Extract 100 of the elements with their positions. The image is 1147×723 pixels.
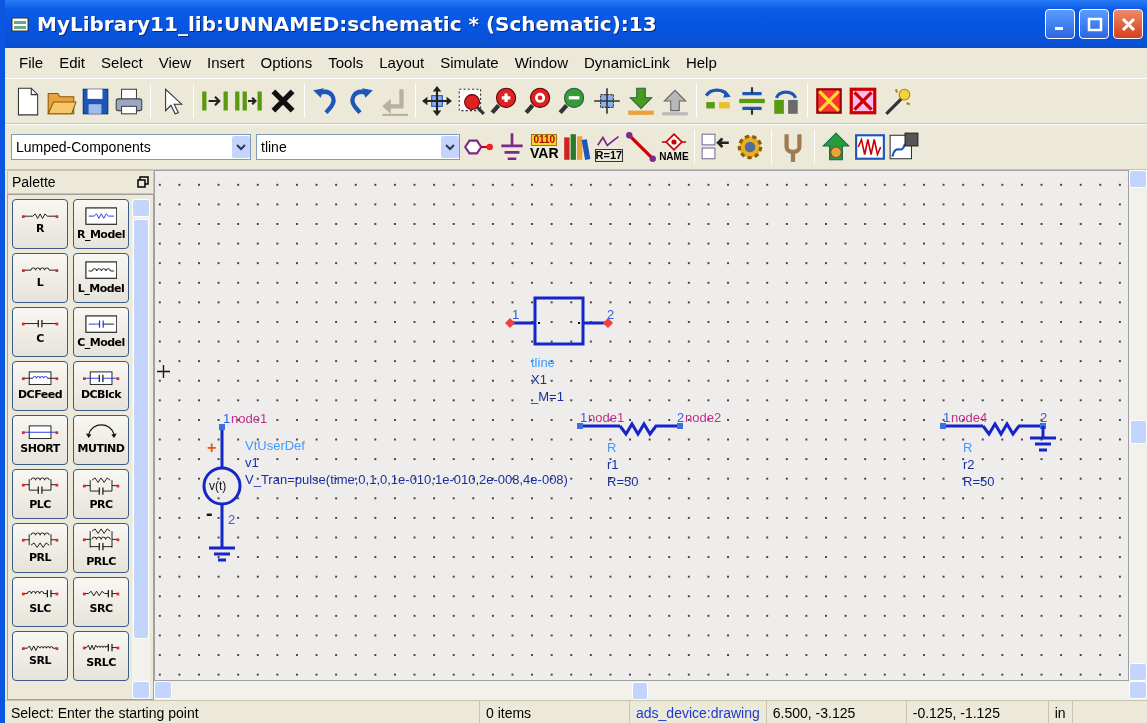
palette-button[interactable]: SRL: [12, 631, 68, 681]
capacitor-model-icon: [84, 314, 118, 334]
library-dropdown[interactable]: Lumped-Components: [11, 134, 251, 160]
parallel-rl-icon: [20, 531, 60, 549]
component-parameter-label: _M=1: [531, 388, 564, 405]
pin-number: 2: [607, 306, 615, 323]
move-arrows-icon[interactable]: [421, 85, 453, 117]
menu-item[interactable]: Window: [506, 49, 576, 77]
dc-feed-icon: [20, 370, 60, 386]
parallel-rc-icon: [81, 476, 121, 496]
menu-item[interactable]: Insert: [199, 49, 253, 77]
close-button[interactable]: [1113, 9, 1143, 39]
maximize-button[interactable]: [1079, 9, 1109, 39]
close-icon[interactable]: [1119, 15, 1137, 33]
component-type-label: R: [963, 439, 973, 456]
schematic-canvas[interactable]: 1 2 tline X1 _M=1 v(t) + - 1node1 2 VtUserDef v1 V_Tran=pulse(time,0,1,0,1e-010,1e-010,2e-008,4e-008) 1node1 2node2 R r1 R=50 1node4 2 R r2 R=50: [154, 170, 1129, 681]
var-code-label: 0110: [531, 134, 558, 146]
pin-number: 1: [223, 410, 231, 427]
palette-button[interactable]: SHORT: [12, 415, 68, 465]
dc-block-icon: [81, 370, 121, 386]
cross-box-icon[interactable]: [847, 85, 879, 117]
capacitor-icon: [20, 319, 60, 329]
polarity-label: -: [206, 505, 213, 522]
net-name: node1: [588, 409, 625, 426]
mutual-inductor-icon: [84, 424, 118, 440]
menu-item[interactable]: Simulate: [432, 49, 507, 77]
component-type-label: VtUserDef: [245, 437, 305, 454]
menu-item[interactable]: File: [11, 49, 52, 77]
source-symbol-label: v(t): [209, 478, 227, 495]
component-type-label: R: [607, 439, 617, 456]
palette-button[interactable]: PRC: [73, 469, 129, 519]
palette-button[interactable]: L: [12, 253, 68, 303]
menu-item[interactable]: View: [150, 49, 199, 77]
palette-button[interactable]: C_Model: [73, 307, 129, 357]
crosshair-box-icon[interactable]: [591, 85, 623, 117]
palette-button[interactable]: DCFeed: [12, 361, 68, 411]
parallel-lc-icon: [20, 477, 60, 495]
palette-button[interactable]: R_Model: [73, 199, 129, 249]
canvas-vertical-scrollbar[interactable]: [1129, 170, 1147, 681]
crosshair-cursor-icon: [157, 365, 170, 378]
ground-symbol: [1028, 424, 1058, 452]
palette-button[interactable]: SRLC: [73, 631, 129, 681]
split-icon[interactable]: [736, 85, 768, 117]
menu-item[interactable]: Select: [93, 49, 151, 77]
pin-number: 2: [1040, 409, 1048, 426]
menu-item[interactable]: Edit: [51, 49, 94, 77]
palette-button[interactable]: SLC: [12, 577, 68, 627]
wire-icon[interactable]: [625, 131, 658, 163]
net-name: node2: [685, 409, 722, 426]
maximize-icon[interactable]: [1085, 15, 1103, 33]
units-label: in: [1048, 701, 1073, 723]
palette-button[interactable]: MUTIND: [73, 415, 129, 465]
menu-item[interactable]: Options: [252, 49, 321, 77]
canvas-horizontal-scrollbar[interactable]: [154, 681, 1147, 700]
palette-button[interactable]: DCBlck: [73, 361, 129, 411]
cursor-delta: -0.125, -1.125: [906, 701, 1049, 723]
series-lc-icon: [20, 589, 60, 599]
name-label: NAME: [659, 152, 689, 162]
minimize-button[interactable]: [1045, 9, 1075, 39]
component-parameter-label: r2: [963, 456, 975, 473]
palette-button[interactable]: L_Model: [73, 253, 129, 303]
component-parameter-label: r1: [607, 456, 619, 473]
component-parameter-label: X1: [531, 371, 547, 388]
palette-button[interactable]: C: [12, 307, 68, 357]
sweep-value-label: R=17: [594, 148, 624, 162]
inductor-icon: [20, 267, 60, 273]
pin-number: 1: [943, 409, 951, 426]
restore-icon[interactable]: [137, 176, 149, 188]
component-parameter-label: v1: [245, 454, 259, 471]
menu-item[interactable]: Tools: [320, 49, 372, 77]
item-count: 0 items: [480, 701, 630, 723]
status-prompt: Select: Enter the starting point: [5, 701, 480, 723]
palette-button[interactable]: SRC: [73, 577, 129, 627]
pin-number: 1: [580, 409, 588, 426]
component-dropdown[interactable]: tline: [256, 134, 460, 160]
component-parameter-label: R=50: [963, 473, 995, 490]
palette-button[interactable]: PRLC: [73, 523, 129, 573]
node-name-icon[interactable]: [660, 132, 687, 152]
resistor-icon: [20, 212, 60, 220]
cross-box-icon[interactable]: [813, 85, 845, 117]
menu-item[interactable]: Layout: [371, 49, 433, 77]
menu-item[interactable]: DynamicLink: [576, 49, 678, 77]
series-rc-icon: [81, 589, 121, 599]
palette-button[interactable]: PLC: [12, 469, 68, 519]
resistor-model-icon: [84, 206, 118, 226]
menu-item[interactable]: Help: [677, 49, 725, 77]
pin-number: 2: [228, 511, 236, 528]
layer-name: ads_device:drawing: [630, 701, 767, 723]
palette-button[interactable]: PRL: [12, 523, 68, 573]
simulate-icon[interactable]: [819, 131, 852, 163]
palette-scrollbar[interactable]: [132, 199, 150, 699]
ground-symbol: [207, 546, 237, 562]
palette-title: Palette: [12, 172, 56, 192]
component-type-label: tline: [531, 354, 555, 371]
palette-button[interactable]: R: [12, 199, 68, 249]
waveform-icon[interactable]: [853, 131, 886, 163]
cursor-coordinates: 6.500, -3.125: [766, 701, 907, 723]
push-down-icon[interactable]: [625, 85, 657, 117]
window-title: MyLibrary11_lib:UNNAMED:schematic * (Schematic):13: [37, 11, 658, 38]
component-parameter-label: V_Tran=pulse(time,0,1,0,1e-010,1e-010,2e-008,4e-008): [245, 471, 568, 488]
